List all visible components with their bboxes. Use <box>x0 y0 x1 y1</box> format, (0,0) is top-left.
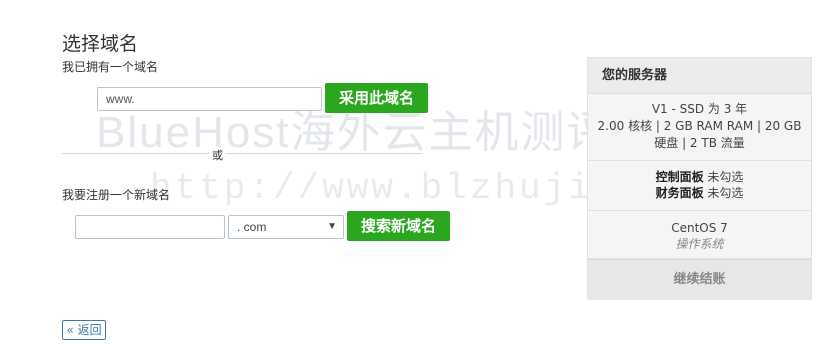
control-panel-key: 控制面板 <box>655 170 704 184</box>
finance-panel-row: 财务面板 未勾选 <box>588 185 811 201</box>
existing-domain-label: 我已拥有一个域名 <box>62 60 159 74</box>
server-summary-panel: 您的服务器 V1 - SSD 为 3 年 2.00 核核 | 2 GB RAM … <box>587 57 812 300</box>
os-name: CentOS 7 <box>671 221 728 235</box>
chevron-down-icon: ▼ <box>327 221 337 232</box>
existing-domain-input[interactable] <box>97 87 322 111</box>
finance-panel-value: 未勾选 <box>707 186 744 200</box>
server-spec: V1 - SSD 为 3 年 2.00 核核 | 2 GB RAM RAM | … <box>588 94 811 161</box>
use-domain-button[interactable]: 采用此域名 <box>325 83 428 113</box>
control-panel-row: 控制面板 未勾选 <box>588 169 811 185</box>
checkout-button[interactable]: 继续结账 <box>588 259 811 300</box>
divider-or-text: 或 <box>209 147 226 163</box>
panel-header: 您的服务器 <box>588 58 811 94</box>
new-domain-input[interactable] <box>75 215 225 239</box>
spec-line-storage: 硬盘 | 2 TB 流量 <box>654 136 745 150</box>
finance-panel-key: 财务面板 <box>655 186 704 200</box>
panel-options: 控制面板 未勾选 财务面板 未勾选 <box>588 161 811 211</box>
search-domain-button[interactable]: 搜索新域名 <box>347 211 450 241</box>
divider-line <box>62 153 422 154</box>
back-button[interactable]: « 返回 <box>62 320 106 340</box>
tld-select[interactable]: . com ▼ <box>228 215 344 239</box>
tld-selected-value: . com <box>237 220 267 234</box>
os-label: 操作系统 <box>675 237 724 251</box>
spec-line-plan: V1 - SSD 为 3 年 <box>651 102 748 116</box>
new-domain-label: 我要注册一个新域名 <box>62 188 171 202</box>
control-panel-value: 未勾选 <box>707 170 744 184</box>
os-info: CentOS 7 操作系统 <box>588 211 811 259</box>
spec-line-resources: 2.00 核核 | 2 GB RAM RAM | 20 GB <box>597 119 802 133</box>
page-title: 选择域名 <box>62 32 139 55</box>
